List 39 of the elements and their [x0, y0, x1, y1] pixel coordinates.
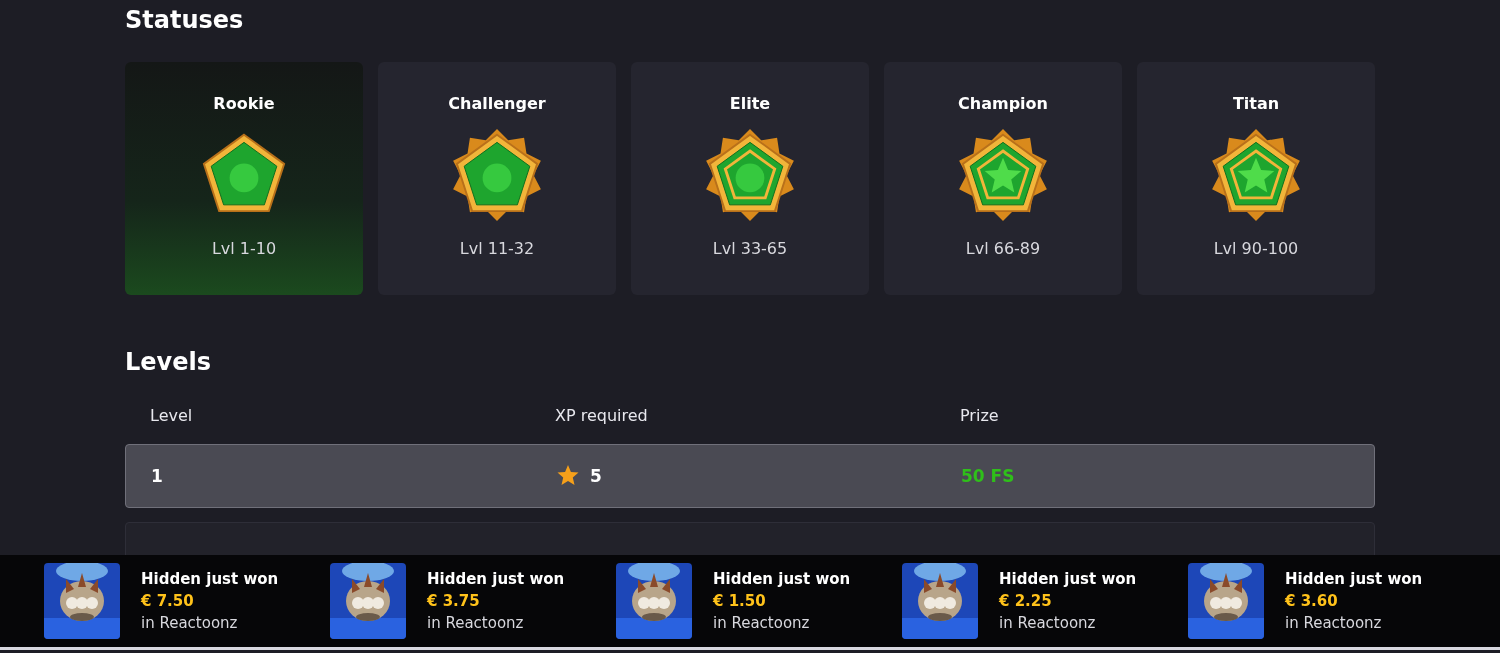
- game-name: in Reactoonz: [1285, 614, 1383, 632]
- column-header: XP required: [555, 406, 648, 425]
- section-title: Levels: [125, 348, 212, 376]
- prize-value: 50 FS: [961, 466, 1015, 486]
- level-range: Lvl 11-32: [459, 239, 535, 258]
- win-amount: € 3.75: [427, 592, 481, 610]
- win-title: Hidden just won: [1285, 570, 1423, 588]
- win-title: Hidden just won: [999, 570, 1137, 588]
- game-name: in Reactoonz: [999, 614, 1097, 632]
- game-name: in Reactoonz: [713, 614, 811, 632]
- win-amount: € 3.60: [1285, 592, 1339, 610]
- status-card[interactable]: Elite Lvl 33-65: [631, 62, 869, 295]
- status-name: Rookie: [213, 94, 275, 113]
- level-row[interactable]: 1 5 50 FS: [125, 444, 1375, 508]
- game-name: in Reactoonz: [427, 614, 525, 632]
- status-card[interactable]: Titan Lvl 90-100: [1137, 62, 1375, 295]
- xp-value: 5: [590, 466, 602, 486]
- level-range: Lvl 66-89: [965, 239, 1041, 258]
- status-name: Champion: [958, 94, 1048, 113]
- status-card[interactable]: Challenger Lvl 11-32: [378, 62, 616, 295]
- section-title: Statuses: [125, 6, 245, 34]
- status-name: Challenger: [448, 94, 546, 113]
- level-range: Lvl 33-65: [712, 239, 788, 258]
- win-amount: € 1.50: [713, 592, 767, 610]
- column-header: Level: [150, 406, 193, 425]
- status-card[interactable]: Rookie Lvl 1-10: [125, 62, 363, 295]
- level-number: 1: [151, 466, 163, 486]
- status-card[interactable]: Champion Lvl 66-89: [884, 62, 1122, 295]
- win-title: Hidden just won: [713, 570, 851, 588]
- status-name: Elite: [729, 94, 771, 113]
- win-amount: € 7.50: [141, 592, 195, 610]
- game-name: in Reactoonz: [141, 614, 239, 632]
- status-name: Titan: [1232, 94, 1280, 113]
- level-range: Lvl 90-100: [1213, 239, 1299, 258]
- level-range: Lvl 1-10: [211, 239, 277, 258]
- win-title: Hidden just won: [427, 570, 565, 588]
- win-title: Hidden just won: [141, 570, 279, 588]
- column-header: Prize: [960, 406, 999, 425]
- win-amount: € 2.25: [999, 592, 1053, 610]
